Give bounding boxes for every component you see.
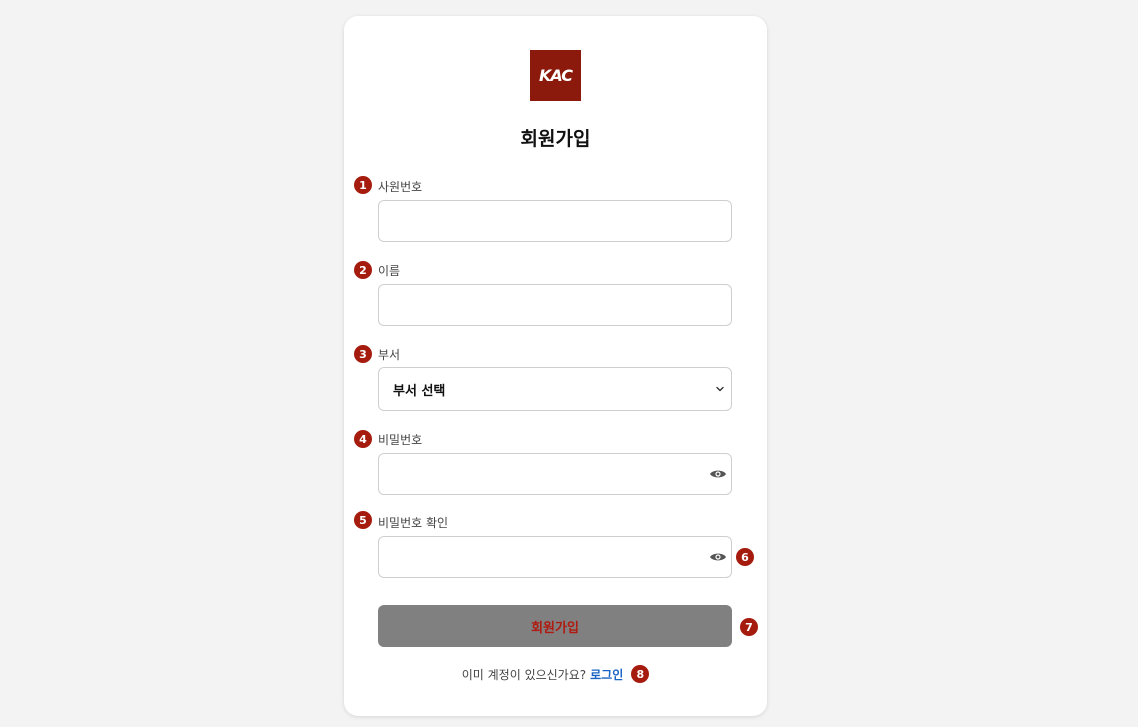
employee-number-label: 사원번호 [378, 180, 423, 194]
step-badge-7: 7 [740, 618, 758, 636]
chevron-down-icon [716, 386, 724, 392]
login-link[interactable]: 로그인 [590, 666, 623, 683]
eye-icon[interactable] [709, 551, 727, 563]
step-badge-1: 1 [354, 176, 372, 194]
password-label: 비밀번호 [378, 433, 423, 447]
password-confirm-field-wrap: 6 [344, 536, 767, 578]
password-confirm-label: 비밀번호 확인 [378, 516, 449, 530]
name-label: 이름 [378, 264, 401, 278]
step-badge-6: 6 [736, 548, 754, 566]
logo-text: KAC [538, 66, 573, 85]
login-prompt: 이미 계정이 있으신가요? 로그인 8 [344, 665, 767, 683]
employee-number-input[interactable] [378, 200, 732, 242]
password-field-wrap [344, 453, 767, 495]
password-confirm-input[interactable] [378, 536, 732, 578]
signup-card: KAC 회원가입 1 사원번호 2 이름 3 부서 부서 선택 4 비밀번호 5… [344, 16, 767, 716]
name-input[interactable] [378, 284, 732, 326]
step-badge-4: 4 [354, 430, 372, 448]
page-title: 회원가입 [520, 128, 591, 150]
password-input[interactable] [378, 453, 732, 495]
kac-logo: KAC [530, 50, 581, 101]
step-badge-8: 8 [631, 665, 650, 683]
department-select-value: 부서 선택 [393, 383, 446, 399]
department-select[interactable]: 부서 선택 [378, 367, 732, 411]
step-badge-2: 2 [354, 261, 372, 279]
step-badge-3: 3 [354, 345, 372, 363]
eye-icon[interactable] [709, 468, 727, 480]
step-badge-5: 5 [354, 511, 372, 529]
login-prompt-text: 이미 계정이 있으신가요? [461, 667, 587, 682]
department-label: 부서 [378, 348, 401, 362]
signup-button[interactable]: 회원가입 [378, 605, 732, 647]
